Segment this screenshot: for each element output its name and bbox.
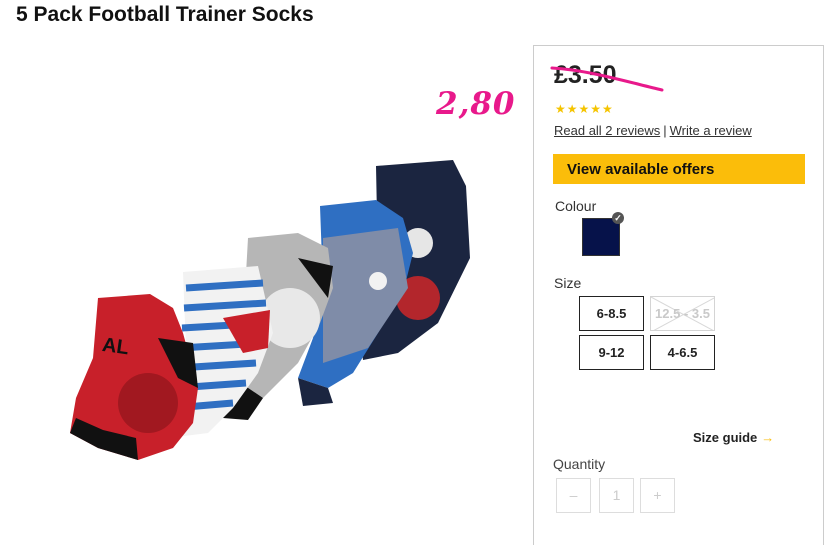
arrow-right-icon: → [761, 430, 775, 445]
size-label: Size [554, 275, 582, 291]
read-reviews-link[interactable]: Read all 2 reviews [554, 123, 660, 138]
strikethrough-mark [550, 66, 664, 92]
colour-label: Colour [555, 198, 597, 214]
rating-stars: ★★★★★ [555, 102, 614, 116]
view-offers-button[interactable]: View available offers [553, 154, 805, 184]
size-option-12.5-3.5: 12.5 - 3.5 [650, 296, 715, 331]
size-option-label: 12.5 - 3.5 [655, 306, 710, 321]
write-review-link[interactable]: Write a review [670, 123, 752, 138]
purchase-panel: £3.50 ★★★★★ Read all 2 reviews | Write a r… [533, 45, 824, 545]
reviews-separator: | [663, 123, 667, 138]
size-guide-label: Size guide [693, 430, 758, 445]
size-option-6-8.5[interactable]: 6-8.5 [579, 296, 644, 331]
svg-text:AL: AL [101, 334, 130, 359]
product-image: AL [70, 160, 470, 460]
sock-red: AL [70, 294, 198, 460]
check-icon: ✓ [612, 212, 624, 224]
quantity-increase-button[interactable]: + [640, 478, 675, 513]
reviews-links: Read all 2 reviews | Write a review [554, 123, 752, 138]
size-guide-link[interactable]: Size guide → [693, 430, 774, 445]
quantity-input[interactable]: 1 [599, 478, 634, 513]
colour-swatch-navy[interactable] [582, 218, 620, 256]
size-option-4-6.5[interactable]: 4-6.5 [650, 335, 715, 370]
size-option-9-12[interactable]: 9-12 [579, 335, 644, 370]
handwritten-price-annotation: 2,80 [436, 86, 516, 122]
quantity-label: Quantity [553, 456, 606, 472]
quantity-decrease-button[interactable]: – [556, 478, 591, 513]
product-title: 5 Pack Football Trainer Socks [16, 3, 314, 26]
